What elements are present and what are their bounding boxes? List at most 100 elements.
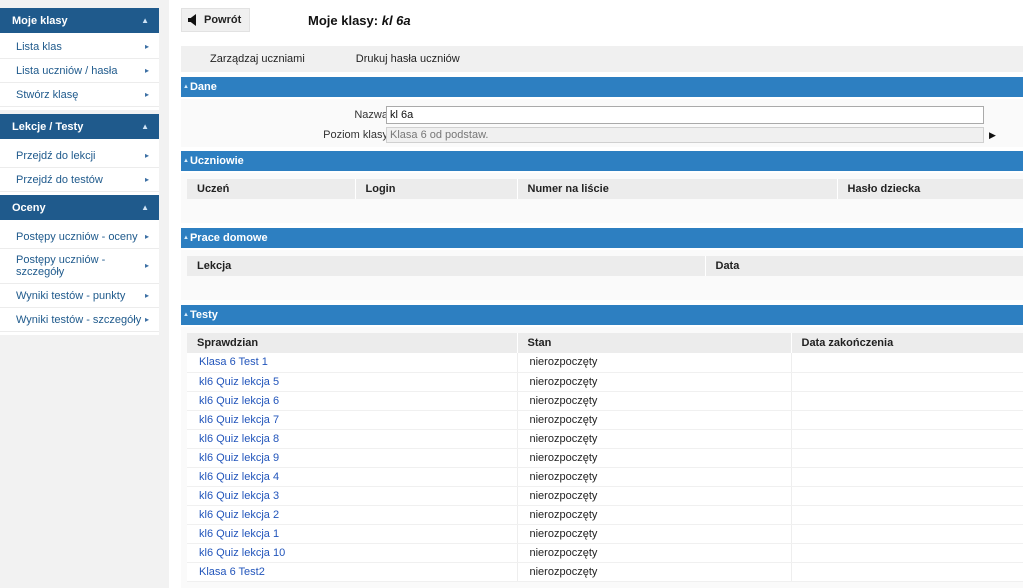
- homework-table: Lekcja Data: [187, 256, 1023, 276]
- form-row-name: Nazwa: kl 6a: [181, 106, 1023, 124]
- sidebar-item-lista-klas[interactable]: Lista klas ▸: [0, 35, 159, 59]
- test-name-link[interactable]: Klasa 6 Test 1: [187, 353, 517, 373]
- main-content: Powrót Moje klasy: kl 6a Zarządzaj uczni…: [169, 0, 1023, 588]
- sidebar-item-label: Lista uczniów / hasła: [16, 64, 118, 77]
- column-header-haslo[interactable]: Hasło dziecka: [836, 179, 1023, 199]
- table-row: kl6 Quiz lekcja 8 nierozpoczęty: [187, 429, 1023, 449]
- chevron-up-icon: ▲: [183, 84, 189, 90]
- sidebar-item-label: Wyniki testów - punkty: [16, 289, 126, 302]
- test-name-link[interactable]: kl6 Quiz lekcja 9: [187, 448, 517, 468]
- form-row-level: Poziom klasy: Klasa 6 od podstaw. ▶: [181, 126, 1023, 144]
- triangle-right-icon[interactable]: ▶: [989, 130, 996, 141]
- chevron-right-icon: ▸: [144, 65, 149, 75]
- chevron-right-icon: ▸: [144, 150, 149, 160]
- table-row: kl6 Quiz lekcja 4 nierozpoczęty: [187, 467, 1023, 487]
- column-header-sprawdzian[interactable]: Sprawdzian: [187, 333, 517, 353]
- test-name-link[interactable]: Klasa 6 Test2: [187, 562, 517, 582]
- sidebar-panel-oceny: Oceny ▲ Postępy uczniów - oceny ▸ Postęp…: [0, 195, 159, 335]
- test-end-date: [790, 429, 1023, 449]
- sidebar-header-label: Moje klasy: [12, 14, 68, 27]
- test-name-link[interactable]: kl6 Quiz lekcja 3: [187, 486, 517, 506]
- section-body-dane: Nazwa: kl 6a Poziom klasy: Klasa 6 od po…: [181, 99, 1023, 147]
- column-header-login[interactable]: Login: [354, 179, 517, 199]
- test-end-date: [790, 543, 1023, 563]
- sidebar-item-wyniki-punkty[interactable]: Wyniki testów - punkty ▸: [0, 284, 159, 308]
- chevron-up-icon: ▲: [141, 203, 149, 212]
- column-header-stan[interactable]: Stan: [516, 333, 791, 353]
- column-header-data-zakonczenia[interactable]: Data zakończenia: [790, 333, 1023, 353]
- column-header-uczen[interactable]: Uczeń: [187, 179, 355, 199]
- sidebar-item-wyniki-szczegoly[interactable]: Wyniki testów - szczegóły ▸: [0, 308, 159, 332]
- test-status: nierozpoczęty: [516, 372, 791, 392]
- back-button[interactable]: Powrót: [181, 8, 250, 32]
- chevron-right-icon: ▸: [144, 290, 149, 300]
- class-name-input[interactable]: kl 6a: [386, 106, 984, 124]
- test-name-link[interactable]: kl6 Quiz lekcja 1: [187, 524, 517, 544]
- sidebar-item-lista-uczniow[interactable]: Lista uczniów / hasła ▸: [0, 59, 159, 83]
- test-end-date: [790, 486, 1023, 506]
- sidebar-panel-lekcje-testy: Lekcje / Testy ▲ Przejdź do lekcji ▸ Prz…: [0, 114, 159, 195]
- sidebar-item-label: Przejdź do testów: [16, 173, 103, 186]
- sidebar-header-moje-klasy[interactable]: Moje klasy ▲: [0, 8, 159, 33]
- sidebar-header-oceny[interactable]: Oceny ▲: [0, 195, 159, 220]
- sidebar-item-label: Przejdź do lekcji: [16, 149, 96, 162]
- column-header-numer[interactable]: Numer na liście: [516, 179, 837, 199]
- sidebar-item-postepy-oceny[interactable]: Postępy uczniów - oceny ▸: [0, 225, 159, 249]
- test-name-link[interactable]: kl6 Quiz lekcja 4: [187, 467, 517, 487]
- chevron-up-icon: ▲: [183, 235, 189, 241]
- table-row: kl6 Quiz lekcja 5 nierozpoczęty: [187, 372, 1023, 392]
- sidebar-header-lekcje-testy[interactable]: Lekcje / Testy ▲: [0, 114, 159, 139]
- test-status: nierozpoczęty: [516, 486, 791, 506]
- section-header-prace-domowe[interactable]: ▲ Prace domowe: [181, 228, 1023, 248]
- column-header-lekcja[interactable]: Lekcja: [187, 256, 705, 276]
- test-name-link[interactable]: kl6 Quiz lekcja 2: [187, 505, 517, 525]
- page-title-class: kl 6a: [381, 13, 411, 28]
- class-level-select[interactable]: Klasa 6 od podstaw.: [386, 127, 984, 143]
- test-end-date: [790, 372, 1023, 392]
- sidebar-item-label: Lista klas: [16, 40, 62, 53]
- test-name-link[interactable]: kl6 Quiz lekcja 10: [187, 543, 517, 563]
- sidebar-item-label: Postępy uczniów - oceny: [16, 230, 138, 243]
- print-passwords-button[interactable]: Drukuj hasła uczniów: [356, 53, 460, 65]
- section-header-testy[interactable]: ▲ Testy: [181, 305, 1023, 325]
- test-name-link[interactable]: kl6 Quiz lekcja 6: [187, 391, 517, 411]
- test-end-date: [790, 467, 1023, 487]
- section-header-dane[interactable]: ▲ Dane: [181, 77, 1023, 97]
- table-row: kl6 Quiz lekcja 6 nierozpoczęty: [187, 391, 1023, 411]
- students-table: Uczeń Login Numer na liście Hasło dzieck…: [187, 179, 1023, 199]
- chevron-right-icon: ▸: [144, 231, 149, 241]
- sidebar-item-przejdz-do-testow[interactable]: Przejdź do testów ▸: [0, 168, 159, 192]
- chevron-up-icon: ▲: [141, 122, 149, 131]
- test-status: nierozpoczęty: [516, 429, 791, 449]
- table-row: kl6 Quiz lekcja 9 nierozpoczęty: [187, 448, 1023, 468]
- table-row: kl6 Quiz lekcja 10 nierozpoczęty: [187, 543, 1023, 563]
- test-end-date: [790, 448, 1023, 468]
- section-title: Prace domowe: [189, 232, 268, 244]
- test-name-link[interactable]: kl6 Quiz lekcja 5: [187, 372, 517, 392]
- chevron-up-icon: ▲: [141, 16, 149, 25]
- test-status: nierozpoczęty: [516, 524, 791, 544]
- section-body-prace-domowe: Lekcja Data: [181, 250, 1023, 300]
- sidebar-item-przejdz-do-lekcji[interactable]: Przejdź do lekcji ▸: [0, 144, 159, 168]
- section-header-uczniowie[interactable]: ▲ Uczniowie: [181, 151, 1023, 171]
- column-header-data[interactable]: Data: [704, 256, 1023, 276]
- test-status: nierozpoczęty: [516, 391, 791, 411]
- sidebar-item-postepy-szczegoly[interactable]: Postępy uczniów - szczegóły ▸: [0, 249, 159, 284]
- test-status: nierozpoczęty: [516, 505, 791, 525]
- back-button-label: Powrót: [204, 14, 242, 26]
- test-end-date: [790, 353, 1023, 373]
- table-row: kl6 Quiz lekcja 2 nierozpoczęty: [187, 505, 1023, 525]
- chevron-right-icon: ▸: [144, 41, 149, 51]
- section-title: Dane: [189, 81, 217, 93]
- table-row: Klasa 6 Test 1 nierozpoczęty: [187, 353, 1023, 373]
- test-name-link[interactable]: kl6 Quiz lekcja 7: [187, 410, 517, 430]
- chevron-right-icon: ▸: [144, 89, 149, 99]
- test-end-date: [790, 410, 1023, 430]
- test-status: nierozpoczęty: [516, 543, 791, 563]
- test-name-link[interactable]: kl6 Quiz lekcja 8: [187, 429, 517, 449]
- tests-table-body: Klasa 6 Test 1 nierozpoczęty kl6 Quiz lekc…: [187, 353, 1023, 582]
- manage-students-button[interactable]: Zarządzaj uczniami: [210, 53, 305, 65]
- sidebar-item-stworz-klase[interactable]: Stwórz klasę ▸: [0, 83, 159, 107]
- test-status: nierozpoczęty: [516, 353, 791, 373]
- section-body-uczniowie: Uczeń Login Numer na liście Hasło dzieck…: [181, 173, 1023, 223]
